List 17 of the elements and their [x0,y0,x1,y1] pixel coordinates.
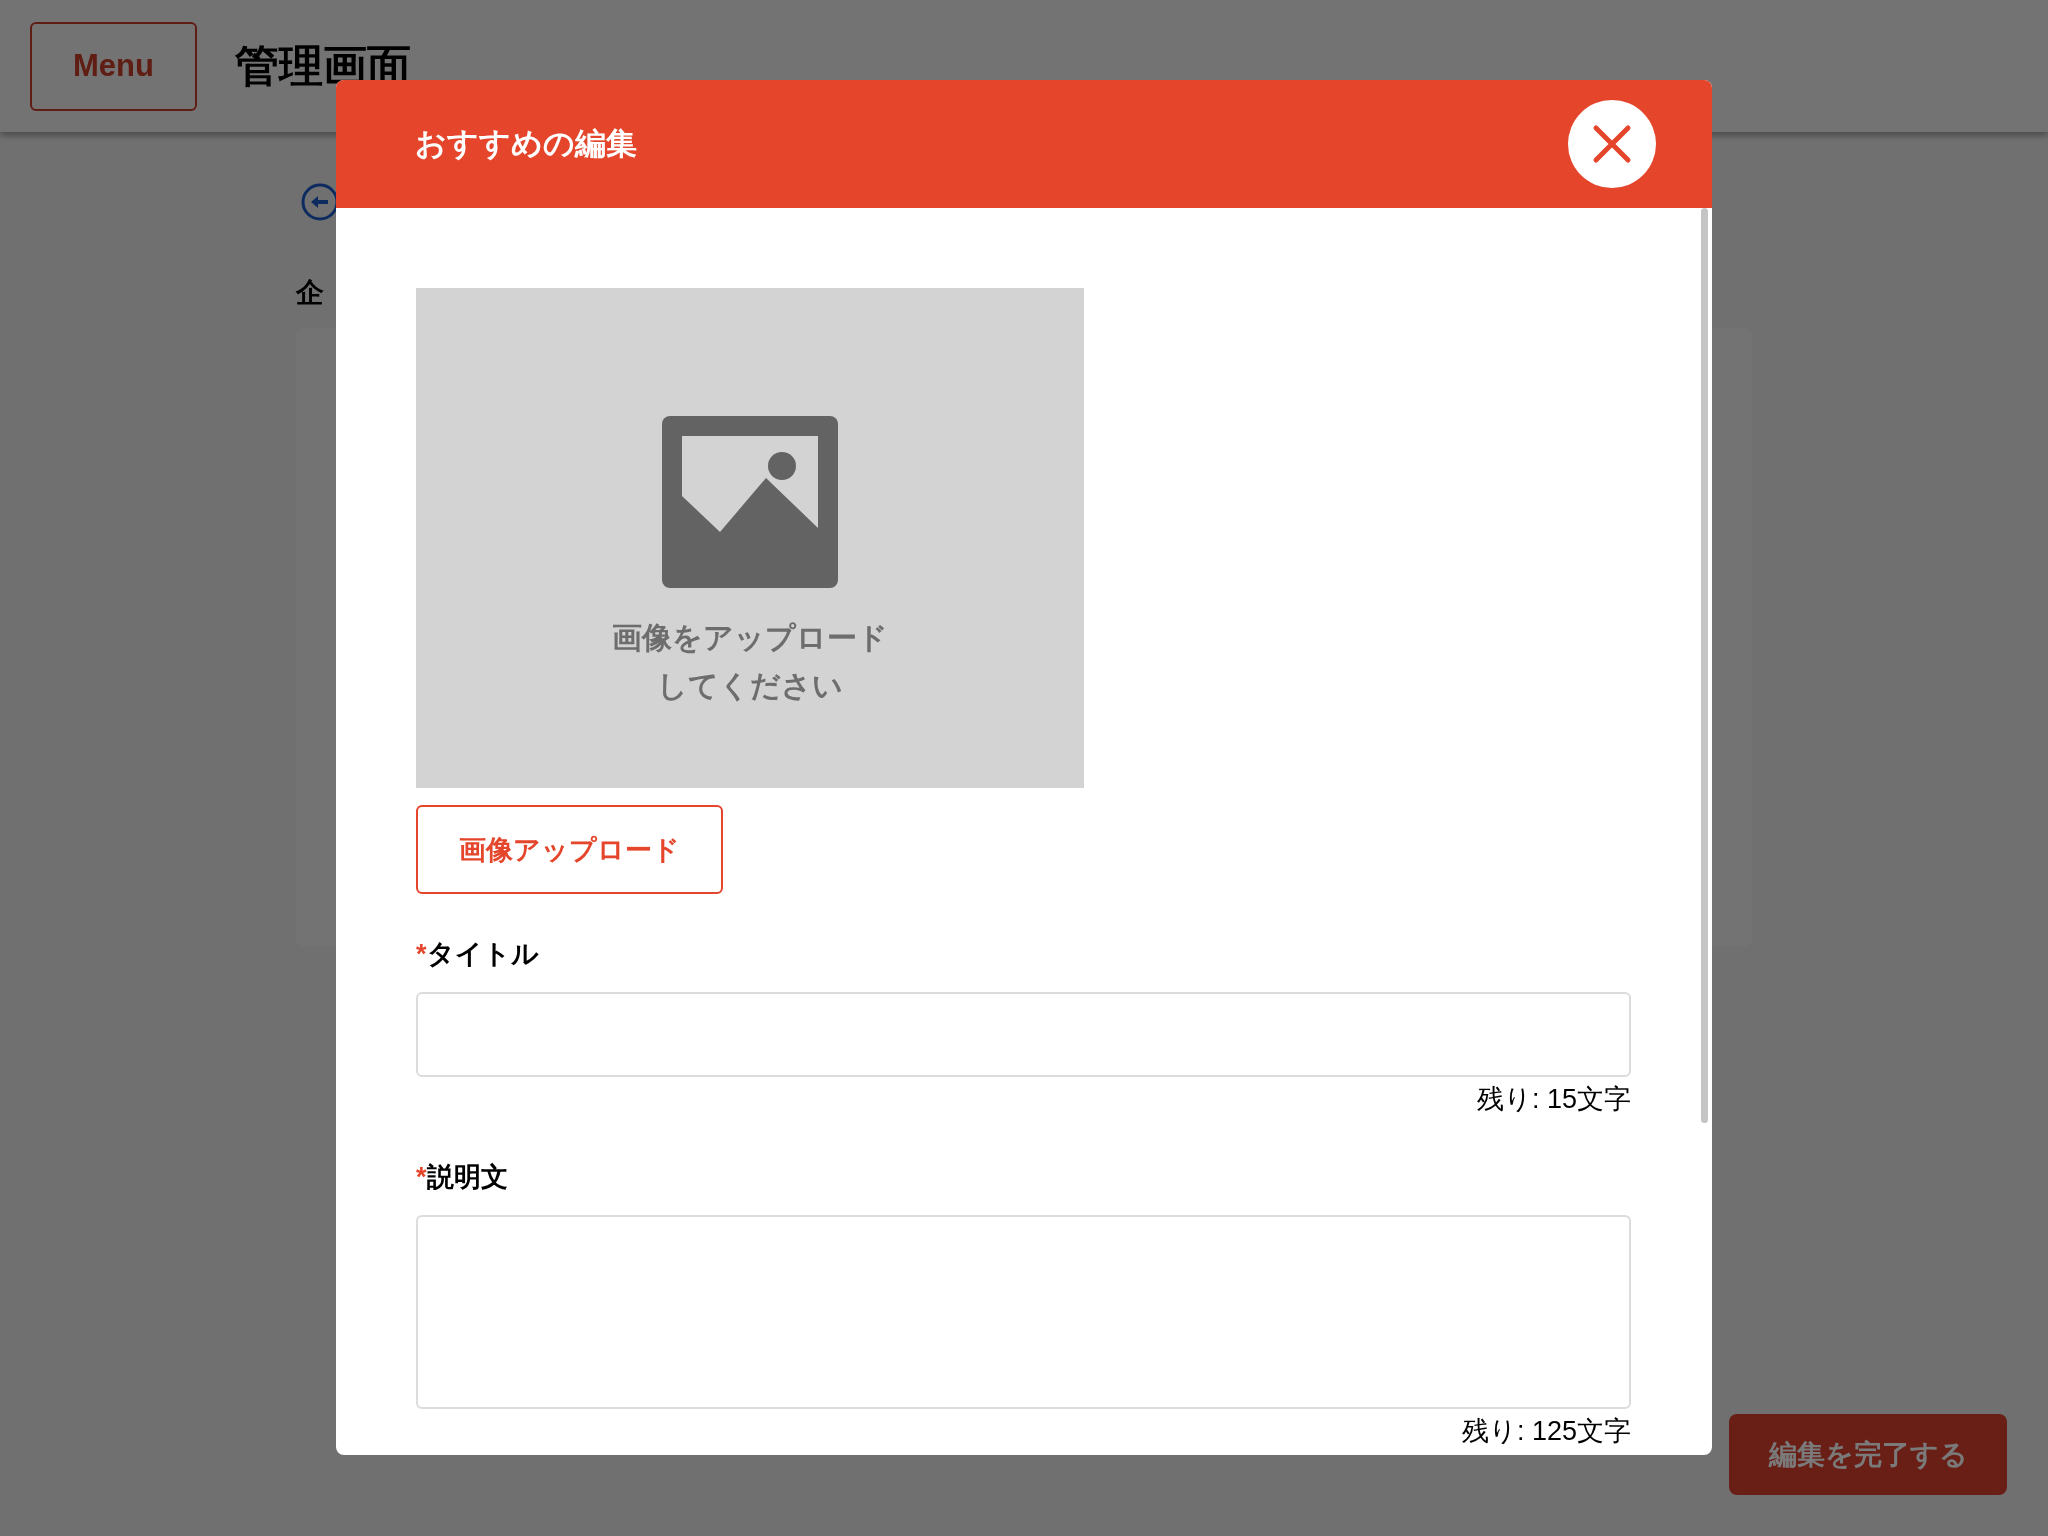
upload-button[interactable]: 画像アップロード [416,805,723,894]
title-input[interactable] [416,992,1631,1077]
menu-button[interactable]: Menu [30,21,197,111]
char-counter: 残り: 15文字 [1476,1083,1631,1116]
field-label: *タイトル [416,938,540,971]
char-counter: 残り: 125文字 [1461,1415,1631,1448]
field-label: *説明文 [416,1161,509,1194]
description-textarea[interactable] [416,1215,1631,1409]
placeholder-text: 画像をアップロード [612,620,888,656]
scrollbar[interactable] [1701,208,1708,1123]
placeholder-text: してください [657,668,843,704]
close-icon [1592,124,1632,164]
complete-edit-button[interactable]: 編集を完了する [1729,1414,2007,1495]
image-placeholder[interactable]: 画像をアップロード してください [416,288,1084,788]
section-heading: 企 [296,276,324,310]
dialog-title: おすすめの編集 [415,125,637,163]
image-icon [662,416,838,588]
